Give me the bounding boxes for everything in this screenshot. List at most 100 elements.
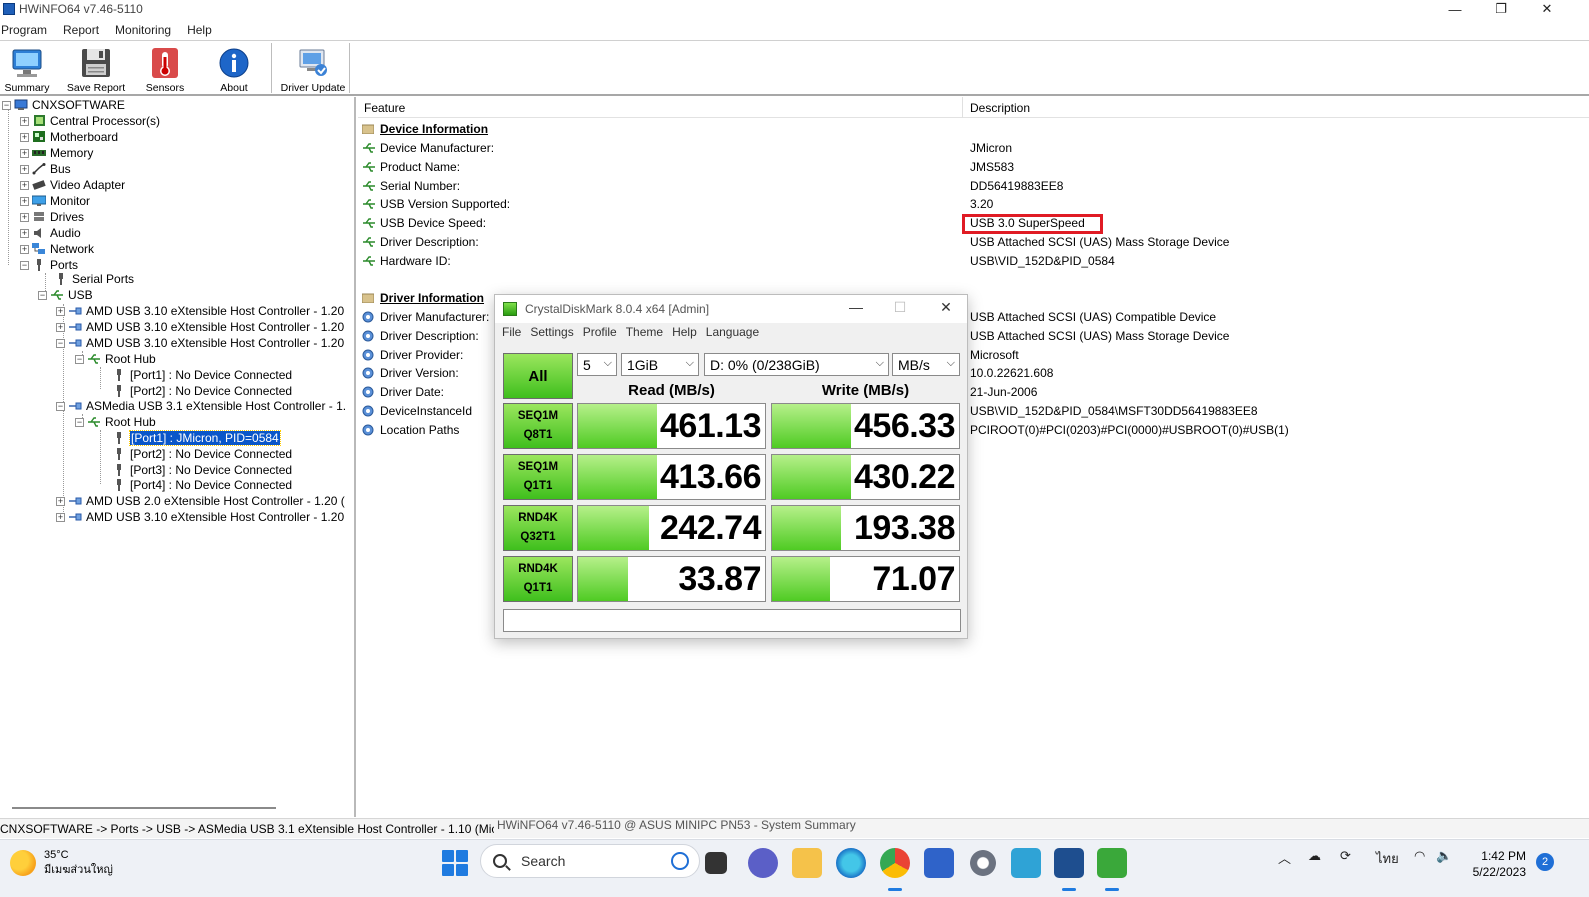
tree-item-bus[interactable]: + Bus (20, 161, 71, 177)
expand-icon[interactable]: + (20, 180, 29, 190)
input-language[interactable]: ไทย (1376, 848, 1399, 869)
test-button[interactable]: SEQ1M Q8T1 (503, 403, 573, 449)
tree-item-port[interactable]: [Port1] : No Device Connected (112, 367, 292, 383)
crystaldiskmark-taskbar-icon[interactable] (1097, 848, 1127, 878)
menu-monitoring[interactable]: Monitoring (115, 23, 179, 37)
expand-icon[interactable]: + (56, 306, 65, 316)
driver-update-button[interactable]: Driver Update (280, 45, 346, 95)
collapse-icon[interactable]: − (75, 354, 84, 364)
feature-row[interactable]: Serial Number: DD56419883EE8 (362, 177, 1582, 195)
about-button[interactable]: About (201, 45, 267, 95)
tree-item-video-adapter[interactable]: + Video Adapter (20, 177, 125, 193)
expand-icon[interactable]: + (20, 196, 29, 206)
notification-badge[interactable]: 2 (1536, 853, 1554, 871)
summary-button[interactable]: Summary (0, 45, 60, 95)
expand-icon[interactable]: + (56, 496, 65, 506)
expand-icon[interactable]: + (20, 228, 29, 238)
horizontal-scrollbar[interactable] (12, 807, 276, 809)
app-icon[interactable] (1011, 848, 1041, 878)
feature-row[interactable]: Hardware ID: USB\VID_152D&PID_0584 (362, 252, 1582, 270)
teams-chat-icon[interactable] (748, 848, 778, 878)
settings-gear-icon[interactable] (968, 848, 998, 878)
tree-item-monitor[interactable]: + Monitor (20, 193, 90, 209)
tree-item-port[interactable]: [Port3] : No Device Connected (112, 462, 292, 478)
wifi-icon[interactable]: ◠ (1414, 848, 1425, 864)
tree-item-usb-controller[interactable]: + AMD USB 3.10 eXtensible Host Controlle… (56, 509, 344, 525)
description-column-header[interactable]: Description (970, 101, 1030, 115)
edge-browser-icon[interactable] (836, 848, 866, 878)
system-clock[interactable]: 1:42 PM 5/22/2023 (1468, 848, 1526, 880)
feature-column-header[interactable]: Feature (364, 101, 405, 115)
weather-widget[interactable]: 35°C มีเมฆส่วนใหญ่ (10, 848, 113, 878)
microsoft-store-icon[interactable] (924, 848, 954, 878)
cdm-menu-settings[interactable]: Settings (530, 325, 573, 343)
tree-item-usb-controller[interactable]: − ASMedia USB 3.1 eXtensible Host Contro… (56, 398, 346, 414)
feature-row[interactable]: USB Version Supported: 3.20 (362, 195, 1582, 213)
cdm-menu-profile[interactable]: Profile (583, 325, 617, 343)
collapse-icon[interactable]: − (75, 417, 84, 427)
feature-row[interactable]: Driver Description: USB Attached SCSI (UA… (362, 233, 1582, 251)
tree-item-usb-controller[interactable]: − AMD USB 3.10 eXtensible Host Controlle… (56, 335, 344, 351)
menu-program[interactable]: Program (1, 23, 55, 37)
collapse-icon[interactable]: − (38, 290, 47, 300)
menu-help[interactable]: Help (187, 23, 220, 37)
tree-item-usb-controller[interactable]: + AMD USB 2.0 eXtensible Host Controller… (56, 493, 345, 509)
tree-item-audio[interactable]: + Audio (20, 225, 81, 241)
cdm-menu-language[interactable]: Language (706, 325, 759, 343)
test-button[interactable]: SEQ1M Q1T1 (503, 454, 573, 500)
tree-item-port[interactable]: [Port2] : No Device Connected (112, 383, 292, 399)
tree-item-memory[interactable]: + Memory (20, 145, 93, 161)
tree-item-motherboard[interactable]: + Motherboard (20, 129, 118, 145)
tree-item-serial-ports[interactable]: Serial Ports (54, 271, 134, 287)
drive-select[interactable]: D: 0% (0/238GiB) ⌵ (704, 353, 889, 376)
expand-icon[interactable]: + (20, 116, 29, 126)
cdm-menu-help[interactable]: Help (672, 325, 697, 343)
tree-item-root-hub[interactable]: − Root Hub (75, 351, 156, 367)
hwinfo-taskbar-icon[interactable] (1054, 848, 1084, 878)
sync-icon[interactable]: ⟳ (1340, 848, 1351, 864)
unit-select[interactable]: MB/s ⌵ (892, 353, 960, 376)
tree-root[interactable]: − CNXSOFTWARE (2, 97, 125, 113)
column-separator[interactable] (962, 97, 963, 118)
expand-icon[interactable]: + (56, 512, 65, 522)
collapse-icon[interactable]: − (2, 100, 11, 110)
maximize-button[interactable]: ❐ (1478, 0, 1524, 18)
test-button[interactable]: RND4K Q1T1 (503, 556, 573, 602)
expand-icon[interactable]: + (56, 322, 65, 332)
feature-row[interactable]: Device Manufacturer: JMicron (362, 139, 1582, 157)
tree-item-drives[interactable]: + Drives (20, 209, 84, 225)
tree-item-cpu[interactable]: + Central Processor(s) (20, 113, 160, 129)
onedrive-cloud-icon[interactable]: ☁ (1308, 848, 1321, 864)
volume-icon[interactable]: 🔈 (1436, 848, 1452, 864)
expand-icon[interactable]: + (20, 244, 29, 254)
cdm-maximize-button[interactable]: ☐ (885, 299, 915, 319)
expand-icon[interactable]: + (20, 164, 29, 174)
tree-item-usb[interactable]: − USB (38, 287, 93, 303)
expand-icon[interactable]: + (20, 212, 29, 222)
collapse-icon[interactable]: − (56, 401, 65, 411)
file-explorer-icon[interactable] (792, 848, 822, 878)
sensors-button[interactable]: Sensors (132, 45, 198, 95)
cdm-menu-theme[interactable]: Theme (626, 325, 663, 343)
all-run-button[interactable]: All (503, 353, 573, 399)
tree-item-usb-controller[interactable]: + AMD USB 3.10 eXtensible Host Controlle… (56, 319, 344, 335)
menu-report[interactable]: Report (63, 23, 107, 37)
test-button[interactable]: RND4K Q32T1 (503, 505, 573, 551)
chrome-browser-icon[interactable] (880, 848, 910, 878)
taskbar-search[interactable]: Search (480, 844, 700, 878)
start-button[interactable] (442, 850, 468, 876)
tree-item-port[interactable]: [Port2] : No Device Connected (112, 446, 292, 462)
test-size-select[interactable]: 1GiB ⌵ (621, 353, 699, 376)
task-view-icon[interactable] (705, 852, 727, 874)
comment-field[interactable] (503, 609, 961, 632)
show-hidden-icons-chevron-icon[interactable]: ︿ (1278, 848, 1291, 867)
tree-item-port-selected[interactable]: [Port1] : JMicron, PID=0584 (112, 430, 281, 446)
expand-icon[interactable]: + (20, 132, 29, 142)
test-count-select[interactable]: 5 ⌵ (577, 353, 617, 376)
feature-row[interactable]: Product Name: JMS583 (362, 158, 1582, 176)
cdm-close-button[interactable]: ✕ (931, 299, 961, 319)
section-header[interactable]: Device Information (361, 120, 1582, 138)
tree-item-network[interactable]: + Network (20, 241, 94, 257)
tree-item-root-hub[interactable]: − Root Hub (75, 414, 156, 430)
device-tree[interactable]: − CNXSOFTWARE + Central Processor(s) + M… (0, 97, 356, 817)
